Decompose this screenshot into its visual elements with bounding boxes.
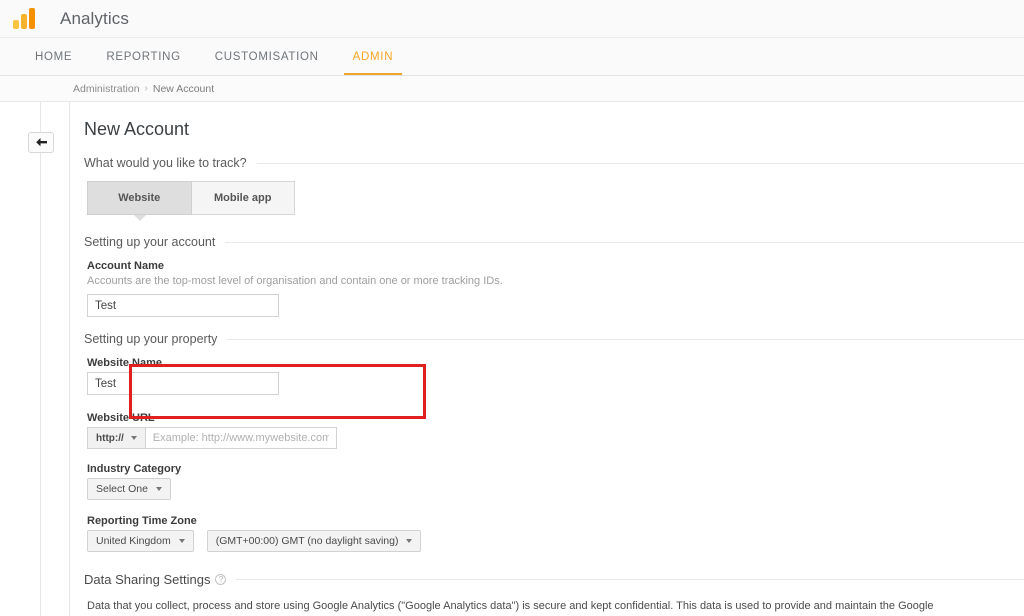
chevron-down-icon	[155, 487, 162, 491]
track-question-header: What would you like to track?	[84, 156, 1024, 170]
account-section-header: Setting up your account	[84, 235, 1024, 249]
account-name-hint: Accounts are the top-most level of organ…	[87, 275, 503, 287]
website-name-input[interactable]	[87, 372, 279, 395]
url-protocol-value: http://	[96, 432, 124, 444]
account-name-label: Account Name	[87, 260, 165, 272]
help-question-icon[interactable]: ?	[215, 574, 227, 585]
nav-tab-admin[interactable]: ADMIN	[336, 38, 411, 75]
breadcrumb: Administration › New Account	[0, 76, 1024, 102]
chevron-down-icon	[406, 539, 413, 543]
section-rule	[236, 579, 1024, 580]
chevron-down-icon	[130, 436, 137, 440]
industry-category-value: Select One	[96, 483, 148, 495]
track-type-tabs: Website Mobile app	[87, 181, 295, 221]
breadcrumb-separator: ›	[144, 83, 148, 94]
brand-title: Analytics	[60, 8, 129, 28]
time-zone-offset-value: (GMT+00:00) GMT (no daylight saving)	[215, 535, 399, 547]
website-url-input[interactable]	[144, 427, 337, 449]
data-sharing-label: Data Sharing Settings	[84, 572, 211, 587]
selected-tab-caret	[134, 215, 146, 221]
industry-category-dropdown[interactable]: Select One	[87, 478, 171, 500]
track-tab-mobile-app[interactable]: Mobile app	[191, 181, 295, 215]
reporting-time-zone-label: Reporting Time Zone	[87, 515, 197, 527]
website-url-row: http://	[84, 427, 1024, 449]
property-section-label: Setting up your property	[84, 332, 218, 346]
section-rule	[225, 241, 1024, 243]
chevron-down-icon	[178, 539, 185, 543]
time-zone-offset-dropdown[interactable]: (GMT+00:00) GMT (no daylight saving)	[206, 530, 422, 552]
breadcrumb-administration[interactable]: Administration	[73, 83, 140, 95]
data-sharing-paragraph-1-text: Data that you collect, process and store…	[87, 600, 934, 612]
nav-tab-customisation[interactable]: CUSTOMISATION	[198, 38, 336, 75]
website-url-label: Website URL	[87, 412, 155, 424]
time-zone-country-value: United Kingdom	[96, 535, 171, 547]
rail-divider	[40, 102, 41, 616]
track-tab-website[interactable]: Website	[87, 181, 192, 215]
industry-category-label: Industry Category	[87, 463, 182, 475]
brand-bar: Analytics	[0, 0, 1024, 38]
property-section-header: Setting up your property	[84, 332, 1024, 346]
content-area: New Account What would you like to track…	[70, 102, 1024, 616]
back-arrow-button[interactable]	[28, 132, 54, 153]
left-rail	[0, 102, 70, 616]
back-arrow-icon	[35, 138, 47, 147]
data-sharing-paragraph-1: Data that you collect, process and store…	[87, 598, 942, 616]
data-sharing-header: Data Sharing Settings ?	[84, 572, 1024, 587]
time-zone-country-dropdown[interactable]: United Kingdom	[87, 530, 194, 552]
nav-tab-reporting[interactable]: REPORTING	[89, 38, 197, 75]
page-body: New Account What would you like to track…	[0, 102, 1024, 616]
nav-tab-home[interactable]: HOME	[18, 38, 89, 75]
website-name-label: Website Name	[87, 357, 162, 369]
time-zone-row: United Kingdom (GMT+00:00) GMT (no dayli…	[84, 530, 1024, 552]
breadcrumb-new-account[interactable]: New Account	[153, 83, 214, 95]
section-rule	[227, 338, 1024, 340]
page-title: New Account	[84, 119, 190, 139]
account-name-input[interactable]	[87, 294, 279, 317]
account-section-label: Setting up your account	[84, 235, 216, 249]
track-question-label: What would you like to track?	[84, 156, 247, 170]
main-nav: HOME REPORTING CUSTOMISATION ADMIN	[0, 38, 1024, 76]
url-protocol-dropdown[interactable]: http://	[87, 427, 145, 449]
analytics-bars-icon[interactable]	[12, 7, 38, 31]
section-rule	[256, 162, 1024, 164]
